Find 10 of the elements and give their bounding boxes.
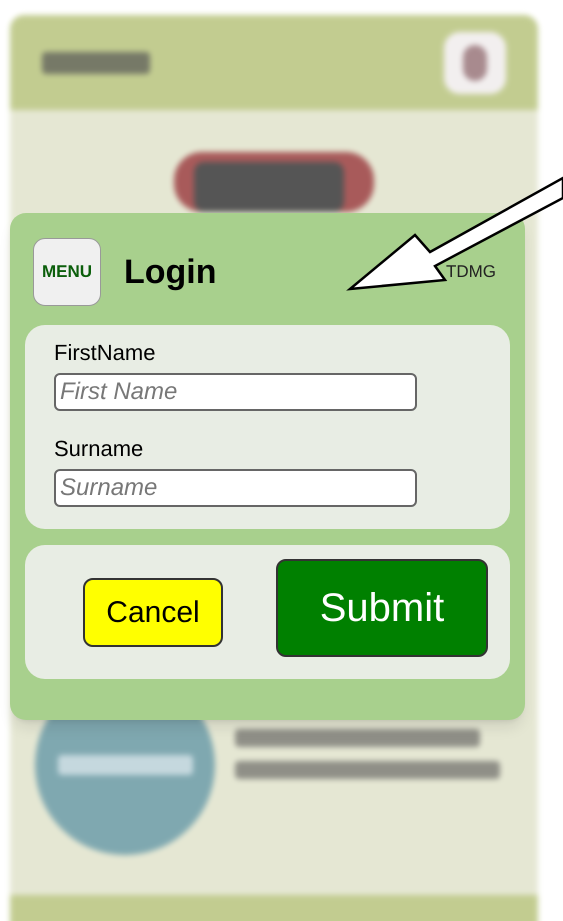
menu-button[interactable]: MENU: [33, 238, 101, 306]
field-label: FirstName: [54, 339, 156, 367]
dialog-title: Login: [124, 252, 217, 292]
input-field[interactable]: Surname: [54, 469, 417, 507]
input-field[interactable]: First Name: [54, 373, 417, 411]
submit-button[interactable]: Submit: [276, 559, 488, 657]
field-label: Surname: [54, 435, 144, 463]
cancel-button[interactable]: Cancel: [83, 578, 223, 647]
avatar-icon[interactable]: [444, 32, 506, 94]
brand-label: TDMG: [446, 261, 496, 284]
